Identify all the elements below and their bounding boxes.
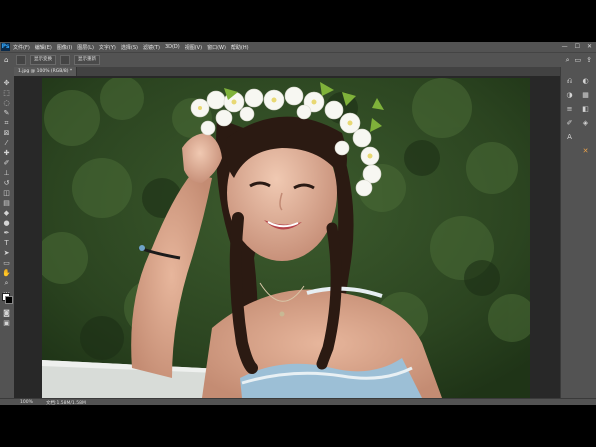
gradient-tool-icon[interactable]: ▤ [2, 199, 11, 207]
clone-stamp-icon[interactable]: ⊥ [2, 169, 11, 177]
menu-edit[interactable]: 编辑(E) [35, 44, 52, 51]
dodge-tool-icon[interactable]: ● [2, 219, 11, 227]
close-button[interactable]: ✕ [587, 42, 592, 52]
eyedropper-tool-icon[interactable]: ⁄ [2, 139, 11, 147]
maximize-button[interactable]: ☐ [575, 42, 580, 52]
move-tool-icon[interactable]: ✥ [2, 79, 11, 87]
menu-select[interactable]: 选择(S) [121, 44, 138, 51]
tool-preset-icon[interactable] [16, 55, 26, 65]
marquee-tool-icon[interactable]: ⬚ [2, 89, 11, 97]
eraser-tool-icon[interactable]: ◫ [2, 189, 11, 197]
photoshop-logo: Ps [1, 43, 10, 51]
menu-window[interactable]: 窗口(W) [207, 44, 226, 51]
menu-layer[interactable]: 图层(L) [77, 44, 94, 51]
share-icon[interactable]: ⇪ [586, 55, 592, 65]
search-icon[interactable]: ⌕ [566, 55, 570, 65]
properties-panel-icon[interactable]: ≡ [565, 105, 574, 113]
brush-settings-icon[interactable]: ✐ [565, 119, 574, 127]
options-bar: ⌂ 显示变换 显示重新 ⌕ ▭ ⇪ [0, 52, 596, 68]
screen-mode-icon[interactable]: ▣ [2, 319, 11, 327]
menu-3d[interactable]: 3D(D) [165, 44, 180, 50]
swatches-panel-icon[interactable]: ▦ [581, 91, 590, 99]
options-right-group: ⌕ ▭ ⇪ [566, 55, 592, 65]
adjustments-panel-icon[interactable]: ◑ [565, 91, 574, 99]
tools-panel: ✥ ⬚ ◌ ✎ ⌗ ⊠ ⁄ ✚ ✐ ⊥ ↺ ◫ ▤ ◆ ● ✒ T ➤ ▭ ✋ … [0, 67, 15, 400]
frame-tool-icon[interactable]: ⊠ [2, 129, 11, 137]
quick-mask-icon[interactable]: ◙ [2, 309, 11, 317]
healing-brush-icon[interactable]: ✚ [2, 149, 11, 157]
right-panel-dock: ⎌ ◐ ◑ ▦ ≡ ◧ ✐ ◈ A ✕ [560, 67, 596, 400]
minimize-button[interactable]: — [562, 42, 568, 52]
show-transform-button[interactable]: 显示变换 [30, 55, 56, 65]
layers-panel-icon[interactable]: ◧ [581, 105, 590, 113]
path-select-icon[interactable]: ➤ [2, 249, 11, 257]
history-panel-icon[interactable]: ⎌ [565, 77, 574, 85]
photo-canvas[interactable] [42, 78, 530, 398]
workspace-icon[interactable]: ▭ [575, 55, 582, 65]
window-controls: — ☐ ✕ [562, 42, 592, 52]
menu-bar: Ps 文件(F) 编辑(E) 图像(I) 图层(L) 文字(Y) 选择(S) 滤… [0, 42, 596, 52]
quick-select-tool-icon[interactable]: ✎ [2, 109, 11, 117]
tools-close-icon[interactable]: ✕ [581, 147, 590, 155]
blur-tool-icon[interactable]: ◆ [2, 209, 11, 217]
letterbox-bottom [0, 405, 596, 447]
menu-help[interactable]: 帮助(H) [231, 44, 249, 51]
history-brush-icon[interactable]: ↺ [2, 179, 11, 187]
shape-tool-icon[interactable]: ▭ [2, 259, 11, 267]
lasso-tool-icon[interactable]: ◌ [2, 99, 11, 107]
menu-view[interactable]: 视图(V) [185, 44, 202, 51]
document-tab-bar: 1.jpg @ 100% (RGB/8) * [14, 67, 560, 76]
show-reset-button[interactable]: 显示重新 [74, 55, 100, 65]
crop-tool-icon[interactable]: ⌗ [2, 119, 11, 127]
zoom-tool-icon[interactable]: ⌕ [2, 279, 11, 287]
menu-type[interactable]: 文字(Y) [99, 44, 116, 51]
align-icon[interactable] [60, 55, 70, 65]
portrait-photo [42, 78, 530, 398]
pen-tool-icon[interactable]: ✒ [2, 229, 11, 237]
menu-filter[interactable]: 滤镜(T) [143, 44, 160, 51]
letterbox-top [0, 0, 596, 42]
menu-file[interactable]: 文件(F) [13, 44, 30, 51]
document-tab[interactable]: 1.jpg @ 100% (RGB/8) * [14, 67, 78, 76]
canvas-area[interactable] [14, 76, 560, 398]
color-panel-icon[interactable]: ◐ [581, 77, 590, 85]
brush-tool-icon[interactable]: ✐ [2, 159, 11, 167]
type-tool-icon[interactable]: T [2, 239, 11, 247]
hand-tool-icon[interactable]: ✋ [2, 269, 11, 277]
character-panel-icon[interactable]: A [565, 133, 574, 141]
home-icon[interactable]: ⌂ [4, 56, 12, 64]
menu-image[interactable]: 图像(I) [57, 44, 72, 51]
channels-panel-icon[interactable]: ◈ [581, 119, 590, 127]
background-color-swatch[interactable] [5, 296, 13, 304]
